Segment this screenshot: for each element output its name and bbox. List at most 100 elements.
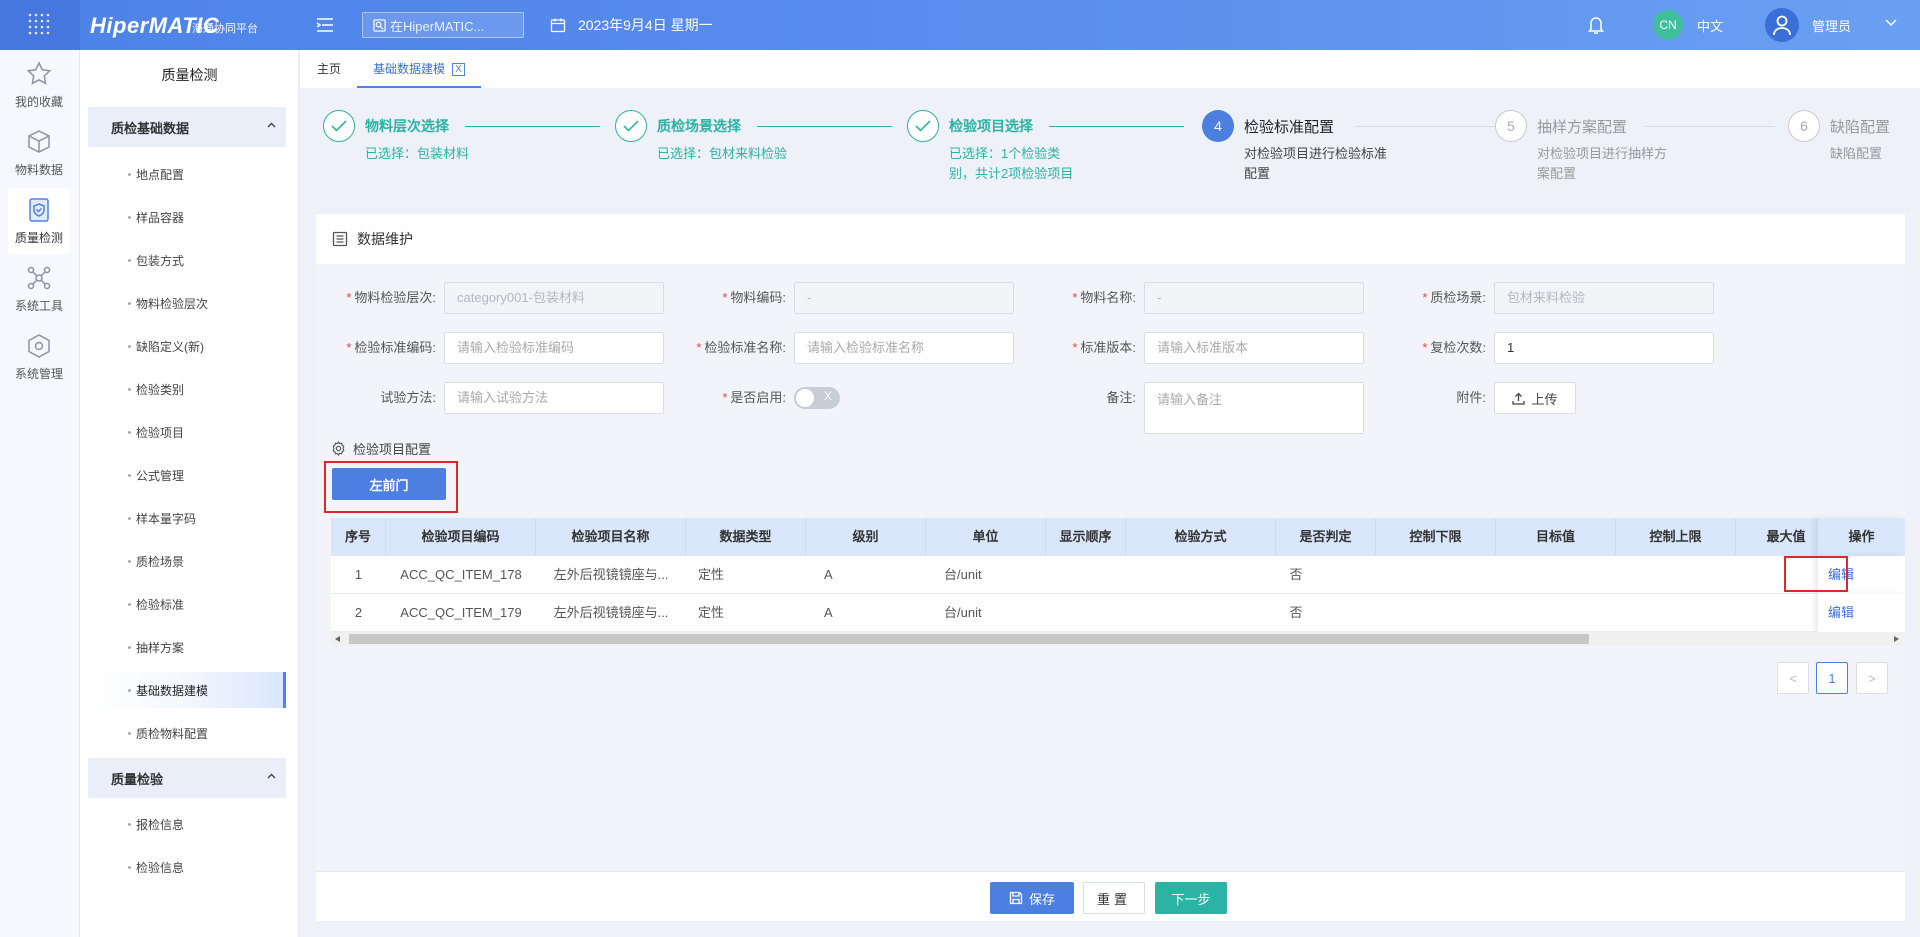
save-button[interactable]: 保存 [990,882,1074,914]
upload-label: 上传 [1531,391,1558,407]
cell-no: 2 [354,605,363,620]
step-desc: 已选择：1个检验类别，共计2项检验项目 [949,146,1074,181]
sidebar-item[interactable]: 地点配置 [88,156,286,192]
sidebar-item[interactable]: 质检场景 [88,543,286,579]
step-title: 质检场景选择 [657,118,741,134]
sidebar-item[interactable]: 抽样方案 [88,629,286,665]
recheck-count-input[interactable]: 1 [1494,332,1714,364]
bell-icon[interactable] [1587,15,1605,35]
field-label: 检验标准编码: [354,340,436,355]
table-header-cell: 控制下限 [1376,518,1496,556]
field-enabled: * 是否启用: X [666,382,840,414]
table-header-cell: 检验方式 [1126,518,1276,556]
box-icon [28,129,50,153]
table-header-cell: 单位 [926,518,1046,556]
table-header: 序号 检验项目编码 检验项目名称 数据类型 级别 单位 显示顺序 检验方式 是否… [331,518,1905,556]
save-icon [1009,891,1023,905]
material-level-input[interactable]: category001-包装材料 [444,282,664,314]
scroll-left-icon[interactable] [335,636,340,642]
std-version-input[interactable]: 请输入标准版本 [1144,332,1364,364]
std-name-input[interactable]: 请输入检验标准名称 [794,332,1014,364]
sidebar-item[interactable]: 检验标准 [88,586,286,622]
qc-scene-input[interactable]: 包材来料检验 [1494,282,1714,314]
next-step-button[interactable]: 下一步 [1155,882,1227,914]
shield-doc-icon [29,197,49,222]
upload-button[interactable]: 上传 [1494,382,1576,414]
cell-op: 编辑 [1818,594,1905,632]
module-icon-bar: 我的收藏 物料数据 质量检测 系统工具 系统管理 [0,50,80,937]
module-label: 我的收藏 [14,94,63,109]
module-label: 物料数据 [14,162,63,177]
brand-subtitle: 海通协同平台 [192,23,258,35]
pagination-prev[interactable]: < [1777,662,1809,694]
sidebar-item[interactable]: 检验项目 [88,414,286,450]
enabled-toggle[interactable]: X [794,387,840,409]
user-icon [1773,15,1791,36]
table-row: 1 ACC_QC_ITEM_178 左外后视镜镜座与... 定性 A 台/uni… [331,556,1905,594]
step-connector [1645,126,1775,127]
scroll-right-icon[interactable] [1894,636,1899,642]
edit-link[interactable]: 编辑 [1828,605,1854,620]
field-label: 质检场景: [1430,290,1486,305]
module-favorites[interactable]: 我的收藏 [8,52,70,118]
test-method-input[interactable]: 请输入试验方法 [444,382,664,414]
step-number: 5 [1495,110,1527,142]
module-quality[interactable]: 质量检测 [8,188,70,254]
scrollbar-thumb[interactable] [349,634,1589,644]
sidebar-item[interactable]: 检验信息 [88,849,286,885]
table-header-op: 操作 [1818,518,1905,556]
sidebar-item-active[interactable]: 基础数据建模 [88,672,286,708]
global-search-input[interactable]: 在HiperMATIC... [362,12,524,38]
chevron-down-icon[interactable] [1885,19,1897,27]
pagination-next[interactable]: > [1856,662,1888,694]
module-label: 系统工具 [14,298,63,313]
sidebar-group-basic-data[interactable]: 质检基础数据 [88,107,286,147]
check-icon [323,110,355,142]
panel-header: 数据维护 [316,214,1905,264]
sidebar-item[interactable]: 物料检验层次 [88,285,286,321]
module-system-admin[interactable]: 系统管理 [8,324,70,390]
step-desc: 已选择：包材来料检验 [657,146,788,161]
field-test-method: 试验方法: 请输入试验方法 [316,382,664,414]
table-header-cell: 检验项目名称 [536,518,686,556]
panel-title: 数据维护 [357,231,413,247]
sidebar-item[interactable]: 样本量字码 [88,500,286,536]
cell-judge: 否 [1289,567,1303,582]
section-title: 检验项目配置 [331,439,431,458]
material-name-input[interactable]: - [1144,282,1364,314]
menu-toggle-icon[interactable] [315,15,335,35]
field-qc-scene: * 质检场景: 包材来料检验 [1366,282,1714,314]
sidebar-item[interactable]: 样品容器 [88,199,286,235]
language-badge[interactable]: CN [1653,10,1683,40]
cell-no: 1 [354,567,363,582]
table-horizontal-scrollbar[interactable] [331,632,1903,646]
search-icon [373,18,386,32]
sidebar-item[interactable]: 检验类别 [88,371,286,407]
upload-icon [1512,392,1526,405]
language-switch[interactable]: 中文 [1697,16,1723,35]
close-icon[interactable]: X [452,63,466,77]
app-grid-icon[interactable] [0,0,80,50]
calendar-icon [550,18,566,33]
reset-button[interactable]: 重置 [1083,882,1145,914]
remark-textarea[interactable]: 请输入备注 [1144,382,1364,434]
network-icon [27,266,51,289]
sidebar-item[interactable]: 公式管理 [88,457,286,493]
sidebar-item[interactable]: 质检物料配置 [88,715,286,751]
std-code-input[interactable]: 请输入检验标准编码 [444,332,664,364]
pagination-page[interactable]: 1 [1816,662,1848,694]
material-code-input[interactable]: - [794,282,1014,314]
sidebar-item[interactable]: 缺陷定义(新) [88,328,286,364]
module-label: 质量检测 [14,230,63,245]
module-material-data[interactable]: 物料数据 [8,120,70,186]
cell-unit: 台/unit [944,605,982,620]
user-avatar[interactable] [1765,8,1799,42]
tab-home[interactable]: 主页 [317,50,341,88]
sidebar-group-quality-inspection[interactable]: 质量检验 [88,758,286,798]
tab-modeling[interactable]: 基础数据建模 X [357,50,482,88]
step-title: 缺陷配置 [1830,119,1891,136]
user-name[interactable]: 管理员 [1812,16,1851,35]
module-system-tools[interactable]: 系统工具 [8,256,70,322]
sidebar-item[interactable]: 报检信息 [88,806,286,842]
sidebar-item[interactable]: 包装方式 [88,242,286,278]
